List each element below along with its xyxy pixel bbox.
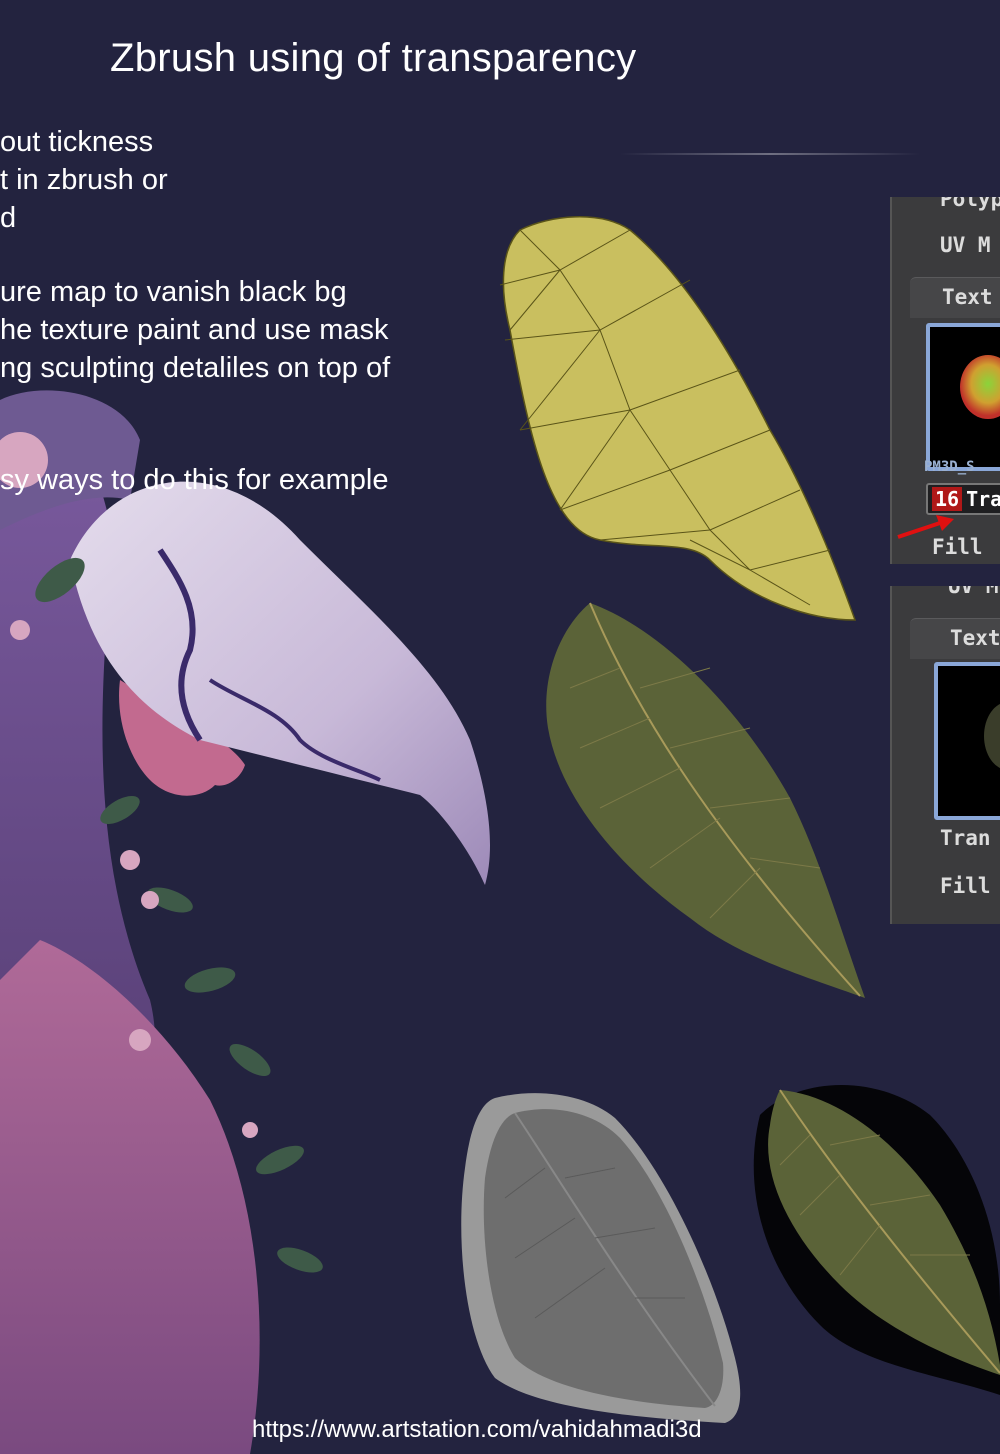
zbrush-texture-panel-bottom: UV M Text Tran Fill [890,586,1000,924]
texture-name-caption: PM3D_S [924,459,975,475]
page-title: Zbrush using of transparency [110,36,637,80]
texture-label[interactable]: Text [942,285,993,309]
transparency-button-label: Tra [966,487,1000,511]
body-text-line-2: t in zbrush or [0,164,168,196]
divider-line [620,153,920,155]
texture-thumbnail[interactable] [926,323,1000,471]
zbrush-texture-panel-top: Polyp UV M Text PM3D_S 16 Tra Fill [890,197,1000,564]
uv-map-label-2[interactable]: UV M [948,586,999,598]
body-text-line-7: sy ways to do this for example [0,464,389,496]
body-text-line-4: ure map to vanish black bg [0,276,347,308]
sculpted-grey-leaf [461,1093,741,1423]
leaf-with-black-background [753,1085,1000,1395]
texture-label-2[interactable]: Text [950,626,1000,650]
body-text-line-1: out tickness [0,126,154,158]
character-artwork [0,390,490,1454]
transparency-label[interactable]: Tran [940,826,991,850]
texture-preview-icon-2 [984,703,1000,769]
uv-map-label[interactable]: UV M [940,233,991,257]
lowpoly-mesh-leaf [499,216,857,621]
panel-header-label: Polyp [940,197,1000,211]
textured-leaf-middle [546,602,865,998]
fill-button-2[interactable]: Fill [940,874,991,898]
fill-button[interactable]: Fill [932,535,983,559]
texture-preview-icon [960,355,1000,419]
body-text-line-3: d [0,202,17,234]
body-text-line-5: he texture paint and use mask [0,314,389,346]
texture-thumbnail-2[interactable] [934,662,1000,820]
transparency-toggle-button[interactable]: 16 Tra [926,483,1000,515]
artstation-url[interactable]: https://www.artstation.com/vahidahmadi3d [252,1416,702,1444]
transparency-badge-number: 16 [932,487,963,511]
